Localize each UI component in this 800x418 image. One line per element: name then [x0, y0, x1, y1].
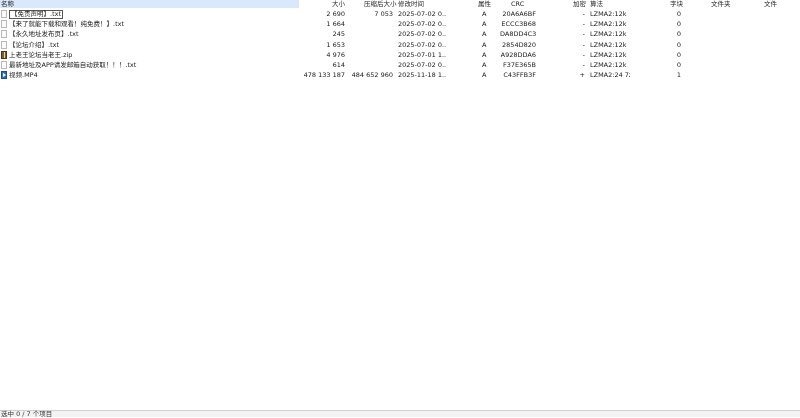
text-file-icon	[1, 60, 7, 69]
file-crc: DA8DD4C3	[500, 30, 536, 39]
column-method-header[interactable]: 算法	[590, 0, 603, 8]
file-size: 478 133 187	[303, 71, 345, 80]
file-attributes: A	[482, 10, 487, 18]
file-crc: A928DDA6	[500, 50, 536, 59]
file-encrypted: -	[582, 50, 585, 59]
column-block-header[interactable]: 字块	[670, 0, 683, 8]
column-header: 名称 大小 压缩后大小 修改时间 属性 CRC 加密 算法 字块 文件夹 文件	[0, 0, 800, 8]
file-packed-size	[345, 40, 393, 50]
file-size: 1 664	[326, 20, 345, 29]
file-encrypted: -	[582, 30, 585, 39]
file-attributes: A	[482, 60, 487, 69]
file-attributes: A	[482, 40, 487, 49]
file-attributes: A	[482, 71, 487, 80]
file-size: 2 690	[326, 10, 345, 18]
file-crc: ECCC3B68	[501, 20, 536, 29]
zip-file-icon	[1, 50, 7, 59]
status-bar: 选中 0 / 7 个项目	[0, 410, 800, 418]
file-modified: 2025-11-18 1...	[398, 71, 446, 80]
column-files-header[interactable]: 文件	[764, 0, 777, 8]
file-packed-size	[345, 50, 393, 60]
file-modified: 2025-07-02 0...	[398, 10, 446, 18]
file-method: LZMA2:12k	[590, 40, 627, 49]
file-modified: 2025-07-01 1...	[398, 50, 446, 59]
column-crc-header[interactable]: CRC	[511, 0, 524, 8]
file-crc: F37E365B	[503, 60, 536, 69]
file-packed-size	[345, 19, 393, 29]
file-row[interactable]: 视频.MP4 478 133 187 484 652 960 2025-11-1…	[0, 70, 800, 80]
file-block: 0	[676, 50, 681, 59]
file-method: LZMA2:12k	[590, 30, 627, 39]
file-block: 0	[676, 40, 681, 49]
file-crc: 20A6A6BF	[502, 10, 536, 18]
column-encrypted-header[interactable]: 加密	[573, 0, 586, 8]
file-row[interactable]: 【论坛介绍】.txt 1 653 2025-07-02 0... A 2854D…	[0, 40, 800, 50]
file-crc: 2854D820	[502, 40, 536, 49]
file-name: 视频.MP4	[9, 71, 38, 80]
file-size: 614	[332, 60, 345, 69]
file-block: 1	[676, 71, 681, 80]
file-crc: C43FFB3F	[503, 71, 536, 80]
file-method: LZMA2:24 7zA...	[590, 71, 630, 80]
file-encrypted: -	[582, 40, 585, 49]
file-block: 0	[676, 30, 681, 39]
file-packed-size	[345, 60, 393, 70]
file-modified: 2025-07-02 0...	[398, 30, 446, 39]
file-encrypted: -	[582, 60, 585, 69]
column-attributes-header[interactable]: 属性	[478, 0, 491, 8]
column-folders-header[interactable]: 文件夹	[711, 0, 731, 8]
file-modified: 2025-07-02 0...	[398, 40, 446, 49]
file-row[interactable]: 【永久地址发布页】.txt 245 2025-07-02 0... A DA8D…	[0, 29, 800, 39]
file-block: 0	[676, 60, 681, 69]
file-packed-size	[345, 29, 393, 39]
column-packed-size-header[interactable]: 压缩后大小	[364, 0, 397, 8]
file-attributes: A	[482, 50, 487, 59]
file-row[interactable]: 最新地址及APP请发邮箱自动获取！！！.txt 614 2025-07-02 0…	[0, 60, 800, 70]
file-block: 0	[676, 20, 681, 29]
file-method: LZMA2:12k	[590, 60, 627, 69]
column-modified-header[interactable]: 修改时间	[398, 0, 424, 8]
file-size: 1 653	[326, 40, 345, 49]
file-name: 【永久地址发布页】.txt	[9, 30, 79, 39]
file-row[interactable]: 上老王论坛当老王.zip 4 976 2025-07-01 1... A A92…	[0, 50, 800, 60]
file-method: LZMA2:12k	[590, 20, 627, 29]
file-row[interactable]: 【免责声明】.txt 2 690 7 053 2025-07-02 0... A…	[0, 9, 800, 19]
file-list: 【免责声明】.txt 2 690 7 053 2025-07-02 0... A…	[0, 9, 800, 80]
file-name: 【来了就能下载和观看！纯免费！】.txt	[9, 20, 125, 29]
file-row[interactable]: 【来了就能下载和观看！纯免费！】.txt 1 664 2025-07-02 0.…	[0, 19, 800, 29]
text-file-icon	[1, 10, 7, 18]
file-encrypted: +	[579, 71, 585, 80]
text-file-icon	[1, 40, 7, 49]
file-name: 【免责声明】.txt	[9, 10, 64, 19]
file-name: 最新地址及APP请发邮箱自动获取！！！.txt	[9, 60, 137, 69]
file-encrypted: -	[582, 10, 585, 18]
file-size: 4 976	[326, 50, 345, 59]
file-encrypted: -	[582, 20, 585, 29]
column-size-header[interactable]: 大小	[332, 0, 345, 8]
file-size: 245	[332, 30, 345, 39]
video-file-icon	[1, 71, 7, 80]
file-attributes: A	[482, 20, 487, 29]
column-name-header[interactable]: 名称	[0, 0, 299, 8]
text-file-icon	[1, 20, 7, 29]
file-name: 【论坛介绍】.txt	[9, 40, 60, 49]
file-packed-size: 7 053	[374, 10, 393, 18]
file-name: 上老王论坛当老王.zip	[9, 50, 73, 59]
file-modified: 2025-07-02 0...	[398, 20, 446, 29]
file-method: LZMA2:12k	[590, 10, 627, 18]
text-file-icon	[1, 30, 7, 39]
file-block: 0	[676, 10, 681, 18]
file-method: LZMA2:12k	[590, 50, 627, 59]
file-attributes: A	[482, 30, 487, 39]
file-packed-size: 484 652 960	[351, 71, 393, 80]
file-modified: 2025-07-02 0...	[398, 60, 446, 69]
